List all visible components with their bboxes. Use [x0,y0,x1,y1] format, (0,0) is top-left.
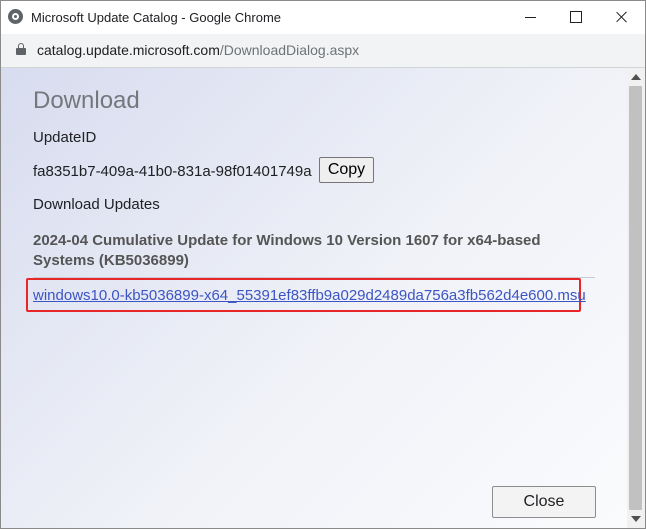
url-text[interactable]: catalog.update.microsoft.com/DownloadDia… [37,42,359,58]
vertical-scrollbar[interactable] [627,68,645,528]
updateid-label: UpdateID [33,129,97,146]
address-bar[interactable]: catalog.update.microsoft.com/DownloadDia… [1,34,645,68]
close-button[interactable]: Close [492,486,596,518]
updateid-value: fa8351b7-409a-41b0-831a-98f01401749a [33,163,312,180]
copy-button[interactable]: Copy [319,157,374,183]
window-title: Microsoft Update Catalog - Google Chrome [31,10,282,25]
browser-window: Microsoft Update Catalog - Google Chrome… [0,0,646,529]
scroll-up-icon[interactable] [631,74,641,80]
close-icon [616,11,628,23]
chrome-icon [8,9,23,24]
title-bar: Microsoft Update Catalog - Google Chrome [1,1,645,34]
url-path: /DownloadDialog.aspx [219,42,360,58]
url-domain: catalog.update.microsoft.com [37,42,220,58]
download-updates-label: Download Updates [33,196,160,213]
minimize-icon [524,16,536,18]
download-dialog: Download UpdateID fa8351b7-409a-41b0-831… [1,68,627,528]
scrollbar-thumb[interactable] [629,86,642,510]
minimize-button[interactable] [507,1,553,33]
close-window-button[interactable] [599,1,645,33]
maximize-icon [570,11,582,23]
download-file-link[interactable]: windows10.0-kb5036899-x64_55391ef83ffb9a… [33,287,586,304]
page-title: Download [33,87,140,114]
maximize-button[interactable] [553,1,599,33]
lock-icon[interactable] [16,43,26,55]
scroll-down-icon[interactable] [631,516,641,522]
update-title: 2024-04 Cumulative Update for Windows 10… [33,232,541,269]
